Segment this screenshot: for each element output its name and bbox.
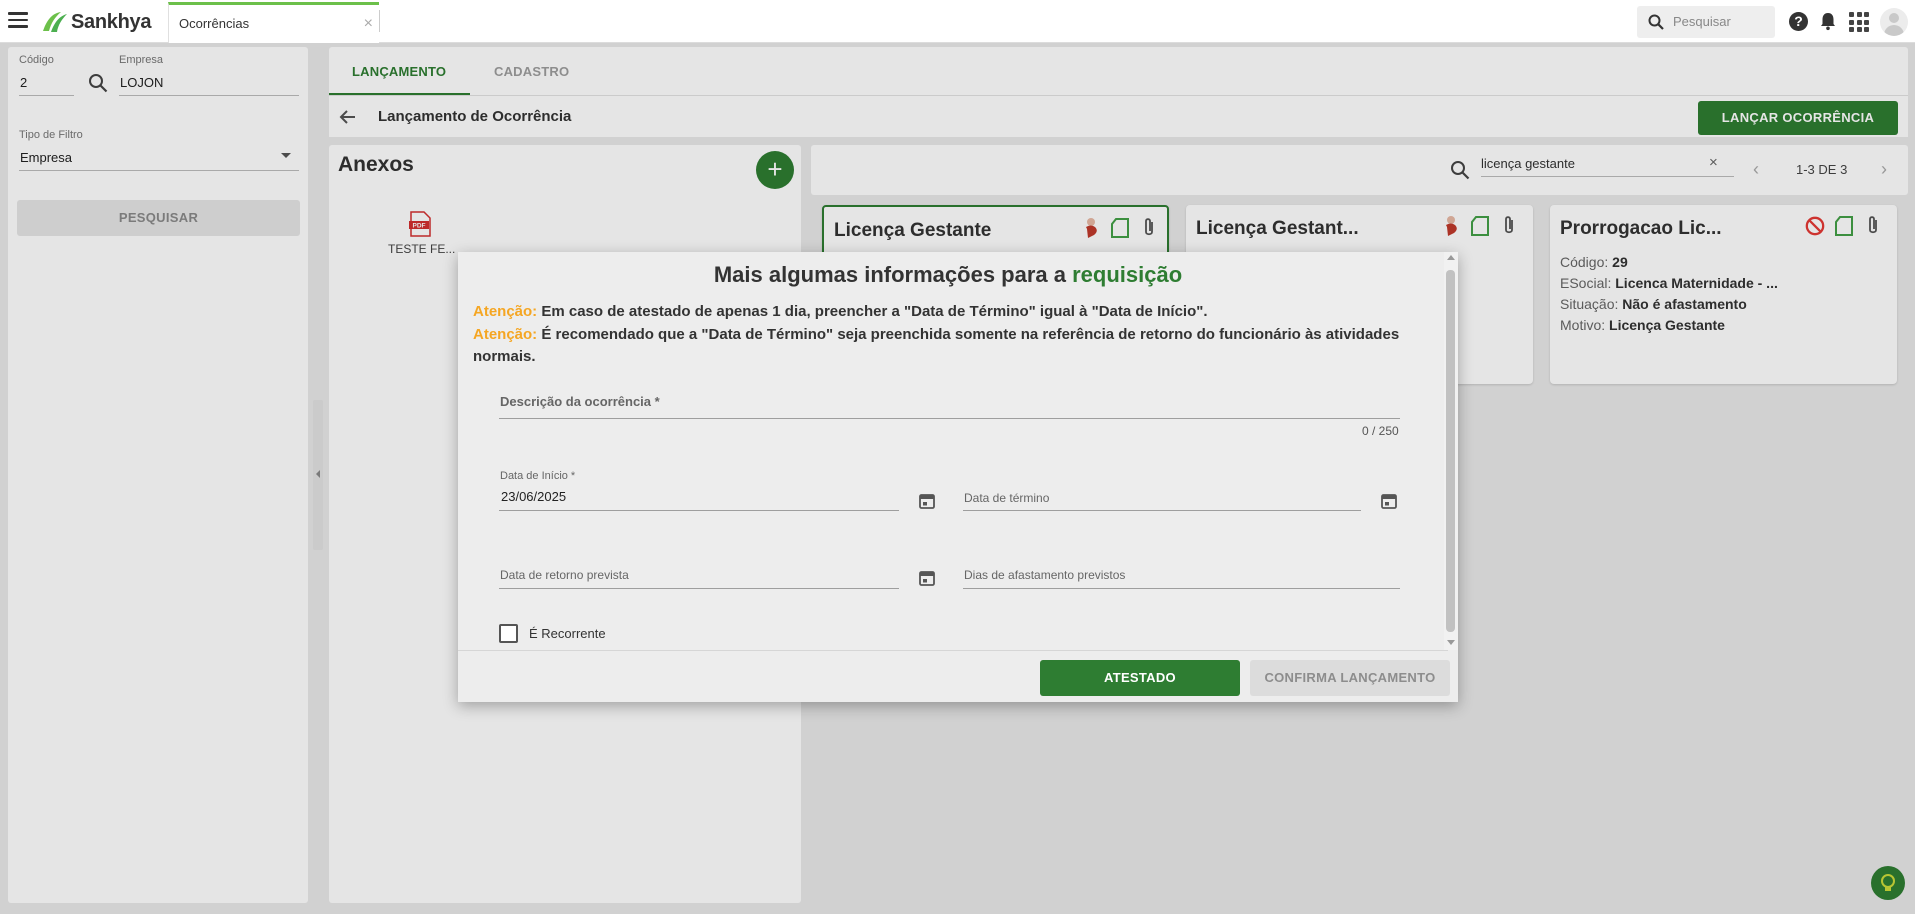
dialog-footer-divider (458, 650, 1448, 651)
calendar-icon[interactable] (1380, 492, 1398, 510)
descricao-char-counter: 0 / 250 (1362, 424, 1399, 438)
data-inicio-field[interactable]: 23/06/2025 (501, 489, 566, 504)
atestado-button[interactable]: ATESTADO (1040, 660, 1240, 696)
data-retorno-field[interactable]: Data de retorno prevista (500, 568, 629, 582)
scroll-down-icon[interactable] (1447, 640, 1455, 645)
data-inicio-label: Data de Início * (500, 470, 576, 482)
descricao-field[interactable] (499, 418, 1400, 419)
warning-label: Atenção: (473, 303, 538, 320)
search-icon (1648, 14, 1664, 30)
warning-message-2: Atenção: É recomendado que a "Data de Té… (473, 324, 1423, 368)
recorrente-checkbox[interactable] (499, 624, 518, 643)
dialog-title: Mais algumas informações para a requisiç… (458, 262, 1438, 288)
sankhya-logo-mark-icon (43, 12, 67, 32)
requisicao-dialog: Mais algumas informações para a requisiç… (458, 252, 1458, 702)
brand-name: Sankhya (71, 10, 152, 33)
tab-ocorrencias-label: Ocorrências (179, 16, 250, 31)
calendar-icon[interactable] (918, 569, 936, 587)
dialog-title-accent: requisição (1072, 262, 1183, 287)
confirma-lancamento-button[interactable]: CONFIRMA LANÇAMENTO (1250, 660, 1450, 696)
close-tab-icon[interactable]: × (364, 15, 373, 33)
menu-icon[interactable] (8, 12, 28, 30)
sankhya-logo[interactable]: Sankhya (39, 9, 151, 35)
calendar-icon[interactable] (918, 492, 936, 510)
global-search-input[interactable]: Pesquisar (1637, 6, 1775, 38)
recorrente-label: É Recorrente (529, 626, 606, 641)
dias-afastamento-field[interactable]: Dias de afastamento previstos (964, 568, 1125, 582)
dias-afastamento-underline (963, 588, 1400, 589)
notifications-bell-icon[interactable] (1818, 11, 1838, 31)
user-avatar[interactable] (1880, 8, 1908, 36)
global-search-placeholder: Pesquisar (1673, 14, 1731, 29)
descricao-label: Descrição da ocorrência * (500, 394, 660, 409)
data-inicio-underline (499, 510, 899, 511)
warning-text: É recomendado que a "Data de Término" se… (473, 326, 1400, 365)
warning-text: Em caso de atestado de apenas 1 dia, pre… (541, 303, 1208, 320)
warning-message-1: Atenção: Em caso de atestado de apenas 1… (473, 301, 1423, 323)
data-termino-underline (963, 510, 1361, 511)
tab-ocorrencias[interactable]: Ocorrências × (168, 2, 379, 43)
data-termino-field[interactable]: Data de término (964, 491, 1049, 505)
warning-label: Atenção: (473, 326, 538, 343)
help-icon[interactable]: ? (1789, 12, 1808, 31)
tab-divider (379, 10, 380, 32)
top-bar: Sankhya Ocorrências × Pesquisar ? (0, 0, 1915, 43)
apps-grid-icon[interactable] (1849, 12, 1869, 32)
dialog-scrollbar-thumb[interactable] (1446, 270, 1455, 632)
data-retorno-underline (499, 588, 899, 589)
dialog-title-prefix: Mais algumas informações para a (713, 262, 1073, 287)
scroll-up-icon[interactable] (1447, 255, 1455, 260)
